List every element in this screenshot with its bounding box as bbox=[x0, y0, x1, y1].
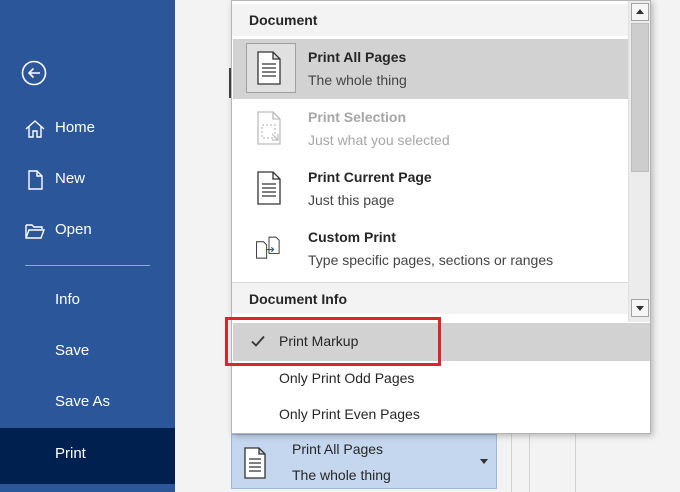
print-what-title: Print All Pages bbox=[292, 441, 384, 457]
option-title: Custom Print bbox=[308, 229, 396, 245]
menu-item-label: Only Print Even Pages bbox=[279, 406, 420, 422]
new-document-icon bbox=[28, 170, 43, 190]
option-title: Print All Pages bbox=[308, 49, 407, 65]
option-subtitle: Just what you selected bbox=[308, 132, 450, 148]
back-arrow-icon[interactable] bbox=[21, 60, 47, 86]
option-title: Print Selection bbox=[308, 109, 407, 125]
print-what-selector[interactable]: Print All Pages The whole thing bbox=[231, 434, 497, 489]
checkmark-icon bbox=[251, 335, 265, 347]
dropdown-scrollbar[interactable] bbox=[628, 1, 650, 322]
custom-print-icon bbox=[256, 236, 280, 259]
nav-item-print[interactable]: Print bbox=[0, 428, 175, 484]
nav-label: Home bbox=[55, 119, 96, 136]
section-header-document-info: Document Info bbox=[232, 282, 628, 314]
nav-label: New bbox=[55, 170, 86, 187]
print-range-dropdown: Document Print All Pages The whole thing… bbox=[231, 0, 651, 434]
document-pages-icon bbox=[257, 51, 281, 85]
page-icon bbox=[257, 171, 281, 205]
menu-item-print-markup[interactable]: Print Markup bbox=[233, 323, 650, 361]
menu-item-only-print-odd-pages[interactable]: Only Print Odd Pages bbox=[233, 361, 650, 397]
chevron-down-icon bbox=[480, 459, 488, 464]
preview-divider bbox=[529, 430, 530, 492]
menu-item-label: Only Print Odd Pages bbox=[279, 370, 415, 386]
nav-item-open[interactable]: Open bbox=[0, 208, 175, 254]
option-title: Print Current Page bbox=[308, 169, 432, 185]
print-what-subtitle: The whole thing bbox=[292, 467, 391, 483]
nav-item-new[interactable]: New bbox=[0, 157, 175, 203]
nav-divider bbox=[25, 265, 150, 266]
option-print-all-pages[interactable]: Print All Pages The whole thing bbox=[233, 39, 628, 99]
nav-item-info[interactable]: Info bbox=[0, 278, 175, 324]
nav-item-save-as[interactable]: Save As bbox=[0, 380, 175, 426]
option-print-current-page[interactable]: Print Current Page Just this page bbox=[233, 159, 628, 219]
scroll-thumb[interactable] bbox=[631, 23, 649, 172]
nav-label: Info bbox=[55, 291, 81, 308]
menu-item-label: Print Markup bbox=[279, 333, 359, 349]
nav-label: Save As bbox=[55, 393, 111, 410]
option-subtitle: The whole thing bbox=[308, 72, 407, 88]
nav-label: Print bbox=[55, 445, 86, 462]
selection-icon bbox=[257, 111, 281, 145]
folder-open-icon bbox=[25, 224, 46, 239]
document-pages-icon bbox=[244, 447, 266, 479]
scroll-up-button[interactable] bbox=[631, 3, 649, 21]
nav-item-home[interactable]: Home bbox=[0, 106, 175, 152]
scroll-down-button[interactable] bbox=[631, 299, 649, 317]
backstage-sidebar: Home New Open Info Save Save As Print bbox=[0, 0, 175, 492]
preview-divider bbox=[575, 430, 576, 492]
option-print-selection[interactable]: Print Selection Just what you selected bbox=[233, 99, 628, 159]
menu-item-only-print-even-pages[interactable]: Only Print Even Pages bbox=[233, 397, 650, 433]
section-header-document: Document bbox=[232, 4, 628, 36]
option-subtitle: Just this page bbox=[308, 192, 395, 208]
option-subtitle: Type specific pages, sections or ranges bbox=[308, 252, 554, 268]
nav-label: Save bbox=[55, 342, 90, 359]
option-custom-print[interactable]: Custom Print Type specific pages, sectio… bbox=[233, 219, 628, 279]
nav-item-save[interactable]: Save bbox=[0, 329, 175, 375]
home-icon bbox=[25, 120, 45, 138]
nav-label: Open bbox=[55, 221, 92, 238]
